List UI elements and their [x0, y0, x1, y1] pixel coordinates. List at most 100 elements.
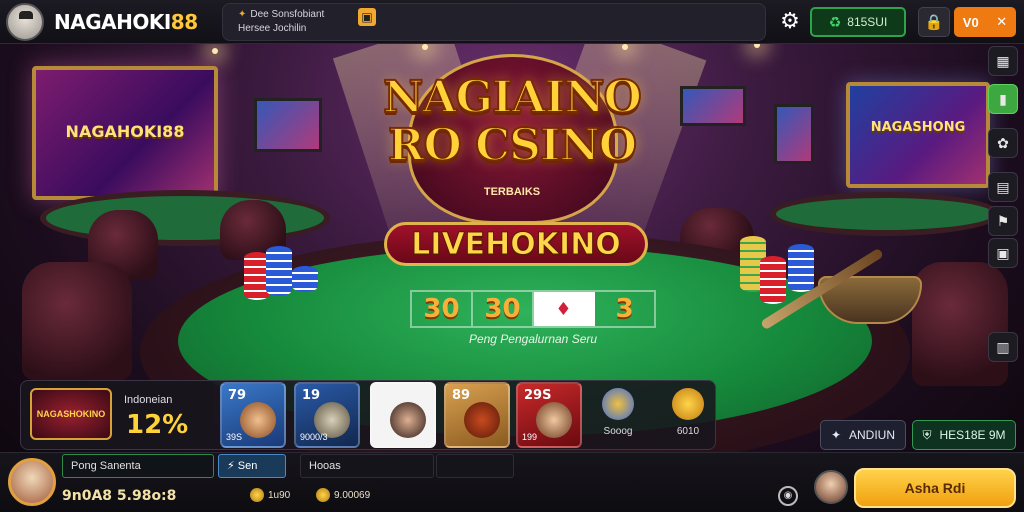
rail-menu-icon[interactable]: ▦	[988, 46, 1018, 76]
primary-action-button[interactable]: ⛨ HES18E 9M	[912, 420, 1016, 450]
wall-screen-left: NAGAHOKI88	[32, 66, 218, 200]
slot-machine	[774, 104, 814, 164]
coin-icon	[316, 488, 330, 502]
chair	[22, 262, 132, 380]
rail-card-icon[interactable]: ▤	[988, 172, 1018, 202]
promo-logo: NAGASHOKINO	[30, 388, 112, 440]
chair	[912, 262, 1008, 386]
send-button[interactable]: ⚡ Sen	[218, 454, 286, 478]
balance-text: 9n0A8 5.98o:8	[62, 488, 177, 504]
promo-value: 12%	[126, 410, 189, 440]
wall-screen-right-text: NAGASHONG	[870, 120, 966, 135]
live-banner-text: LIVEHOKINO	[411, 226, 622, 262]
chip-stack	[788, 244, 814, 292]
game-tile[interactable]: 79 39S	[220, 382, 286, 448]
sparkle-icon: ✦	[830, 428, 842, 442]
close-icon: ✕	[996, 14, 1008, 29]
game-tile-caption: 199	[522, 432, 538, 442]
wall-tv	[680, 86, 746, 126]
rail-flag-icon[interactable]: ⚑	[988, 206, 1018, 236]
game-tile-number: 19	[302, 388, 321, 403]
empty-field[interactable]	[436, 454, 514, 478]
game-tile-number: 79	[228, 388, 247, 403]
dealer-avatar-icon	[390, 402, 426, 438]
rail-history-icon[interactable]: ▥	[988, 332, 1018, 362]
coin-counter: 9.00069	[316, 488, 370, 502]
coin-counter-value: 1u90	[268, 489, 291, 501]
gold-icon	[672, 388, 704, 420]
title-line-2: RO CSINO	[387, 120, 638, 171]
wall-screen-left-text: NAGAHOKI88	[65, 122, 185, 141]
username-field[interactable]: Pong Sanenta	[62, 454, 214, 478]
playing-card-icon: ♦	[534, 292, 595, 326]
ceiling-light	[622, 44, 628, 50]
chip-stack	[760, 256, 786, 304]
coin-counter-value: 9.00069	[334, 489, 371, 501]
deposit-button[interactable]: ♻ 815SUI	[810, 7, 906, 37]
felt-tagline: Peng Pengalurnan Seru	[468, 332, 598, 346]
shield-icon: ⛨	[922, 427, 932, 442]
gift-icon[interactable]: ▣	[358, 8, 376, 26]
info-field[interactable]: Hooas	[300, 454, 434, 478]
primary-action-label: HES18E 9M	[939, 428, 1006, 442]
ceiling-light	[422, 44, 428, 50]
game-tile[interactable]: 19 9000/3	[294, 382, 360, 448]
bolt-icon: ⚡	[227, 460, 238, 472]
game-title: NAGIAINO RO CSINO	[372, 73, 652, 171]
game-tile-number: 29S	[524, 388, 552, 403]
chat-icon[interactable]: ◉	[778, 486, 798, 506]
game-tile-caption: 9000/3	[300, 432, 328, 442]
play-now-button[interactable]: Asha Rdi	[854, 468, 1016, 508]
background-table	[770, 192, 1000, 236]
notice-line-1: Dee Sonsfobiant	[250, 9, 325, 20]
live-banner: LIVEHOKINO	[384, 222, 648, 266]
game-shortcut-label: 6010	[676, 426, 700, 437]
bet-value: 3	[615, 294, 634, 324]
game-tile[interactable]	[370, 382, 436, 448]
slot-icon	[602, 388, 634, 420]
game-shortcut-label: Sooog	[603, 426, 633, 437]
logo-avatar-icon[interactable]	[6, 3, 44, 41]
wall-tv	[254, 98, 322, 152]
close-panel-button[interactable]: V0 ✕	[954, 7, 1016, 37]
send-button-label: Sen	[237, 460, 258, 472]
chip-stack	[292, 266, 318, 292]
game-tile-caption: 39S	[226, 432, 243, 442]
notice-text[interactable]: ✦ Dee Sonsfobiant Hersee Jochilin	[238, 8, 324, 36]
game-tile[interactable]: 29S 199	[516, 382, 582, 448]
user-avatar[interactable]	[8, 458, 56, 506]
coin-counter: 1u90	[250, 488, 290, 502]
game-tile[interactable]: 89	[444, 382, 510, 448]
game-shortcut[interactable]: Sooog	[588, 386, 648, 446]
rail-calendar-icon[interactable]: ▣	[988, 238, 1018, 268]
rail-gift-icon[interactable]: ✿	[988, 128, 1018, 158]
notice-line-2: Hersee Jochilin	[238, 23, 307, 34]
game-shortcut[interactable]: 6010	[658, 386, 718, 446]
megaphone-icon: ✦	[238, 9, 247, 20]
host-avatar[interactable]	[814, 470, 848, 504]
rail-wallet-icon[interactable]: ▮	[988, 84, 1018, 114]
player-avatar-icon	[536, 402, 572, 438]
secondary-action-button[interactable]: ✦ ANDIUN	[820, 420, 906, 450]
game-tile-number: 89	[452, 388, 471, 403]
deposit-button-label: 815SUI	[847, 15, 888, 29]
recycle-icon: ♻	[828, 13, 842, 30]
player-avatar-icon	[240, 402, 276, 438]
coin-icon	[250, 488, 264, 502]
gear-icon[interactable]: ⚙	[778, 9, 802, 33]
background-table	[40, 190, 330, 246]
chip-stack	[266, 246, 292, 296]
bet-value: 30	[473, 292, 534, 326]
ceiling-light	[212, 48, 218, 54]
lock-icon[interactable]: 🔒	[918, 7, 950, 37]
title-subtitle: TERBAIKS	[483, 186, 541, 198]
promo-label: Indoneian	[124, 394, 173, 406]
bet-value: 30	[412, 292, 473, 326]
brand-logo[interactable]: NAGAHOKI88	[54, 10, 198, 34]
brand-name: NAGAHOKI	[54, 10, 171, 34]
bet-area: 30 30 ♦ 3	[410, 290, 656, 328]
close-panel-label: V0	[962, 14, 979, 30]
wall-screen-right: NAGASHONG	[846, 82, 990, 188]
guitar-icon	[464, 402, 500, 438]
secondary-action-label: ANDIUN	[849, 428, 896, 442]
